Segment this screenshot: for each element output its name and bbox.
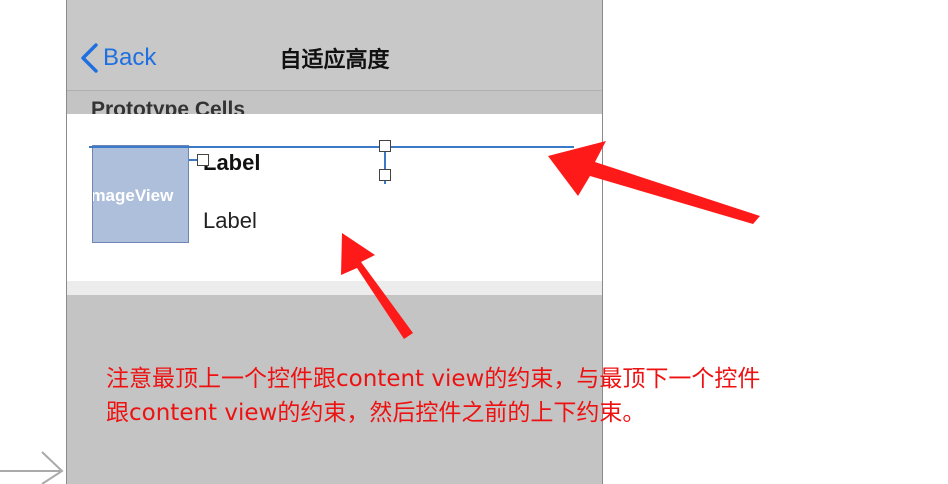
annotation-text: 注意最顶上一个控件跟content view的约束，与最顶下一个控件 跟cont… — [106, 362, 926, 430]
annotation-line-2: 跟content view的约束，然后控件之前的上下约束。 — [106, 400, 646, 426]
arrow-right-annotation — [548, 141, 760, 224]
arrow-up-annotation — [341, 233, 413, 339]
annotation-line-1: 注意最顶上一个控件跟content view的约束，与最顶下一个控件 — [106, 366, 761, 392]
